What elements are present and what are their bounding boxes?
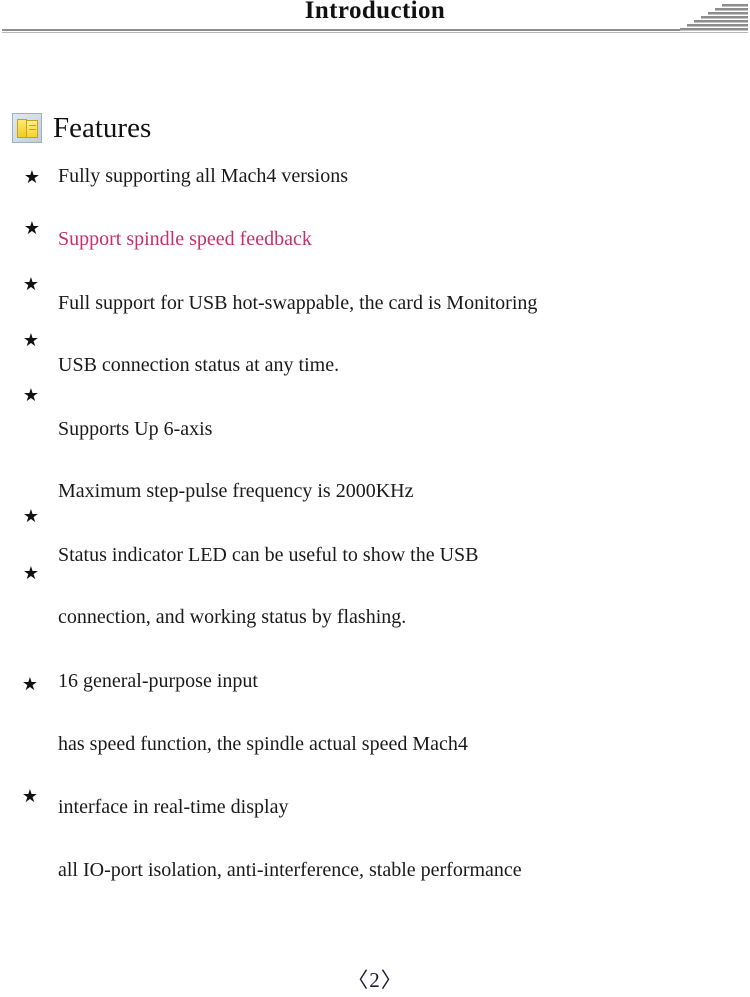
features-title: Features (53, 112, 152, 144)
documents-icon (12, 113, 42, 143)
stripe-line (722, 4, 748, 7)
feature-line: Fully supporting all Mach4 versions (58, 165, 348, 187)
page-header: Introduction (0, 0, 750, 40)
feature-line: Supports Up 6-axis (58, 418, 213, 440)
feature-line: has speed function, the spindle actual s… (58, 733, 468, 755)
stripe-line (701, 16, 748, 19)
feature-line: Maximum step-pulse frequency is 2000KHz (58, 480, 414, 502)
feature-line: Support spindle speed feedback (58, 228, 312, 250)
feature-line: Full support for USB hot-swappable, the … (58, 292, 538, 314)
feature-line: USB connection status at any time. (58, 354, 340, 376)
bullet-star-icon: ★ (21, 674, 39, 694)
bullet-star-icon: ★ (22, 563, 40, 583)
feature-line: interface in real-time display (58, 796, 289, 818)
bullet-star-icon: ★ (22, 330, 40, 350)
feature-line: 16 general-purpose input (58, 670, 258, 692)
feature-line: connection, and working status by flashi… (58, 606, 407, 628)
document-front-shape (26, 120, 38, 138)
bullet-star-icon: ★ (23, 167, 41, 187)
stripe-line (687, 24, 748, 27)
bullet-star-icon: ★ (23, 218, 41, 238)
stripe-line (694, 20, 748, 23)
bullet-star-icon: ★ (22, 506, 40, 526)
bullet-star-icon: ★ (22, 274, 40, 294)
feature-line: all IO-port isolation, anti-interference… (58, 859, 522, 881)
decorative-stripes-icon (676, 2, 748, 31)
page-number: 〈2〉 (347, 968, 403, 992)
bullet-star-icon: ★ (22, 385, 40, 405)
page-title: Introduction (304, 0, 446, 24)
header-divider (2, 29, 748, 33)
stripe-line (715, 8, 748, 11)
bullet-star-icon: ★ (21, 786, 39, 806)
feature-line: Status indicator LED can be useful to sh… (58, 544, 479, 566)
stripe-line (680, 28, 748, 31)
features-heading: Features (12, 108, 151, 148)
stripe-line (708, 12, 748, 15)
